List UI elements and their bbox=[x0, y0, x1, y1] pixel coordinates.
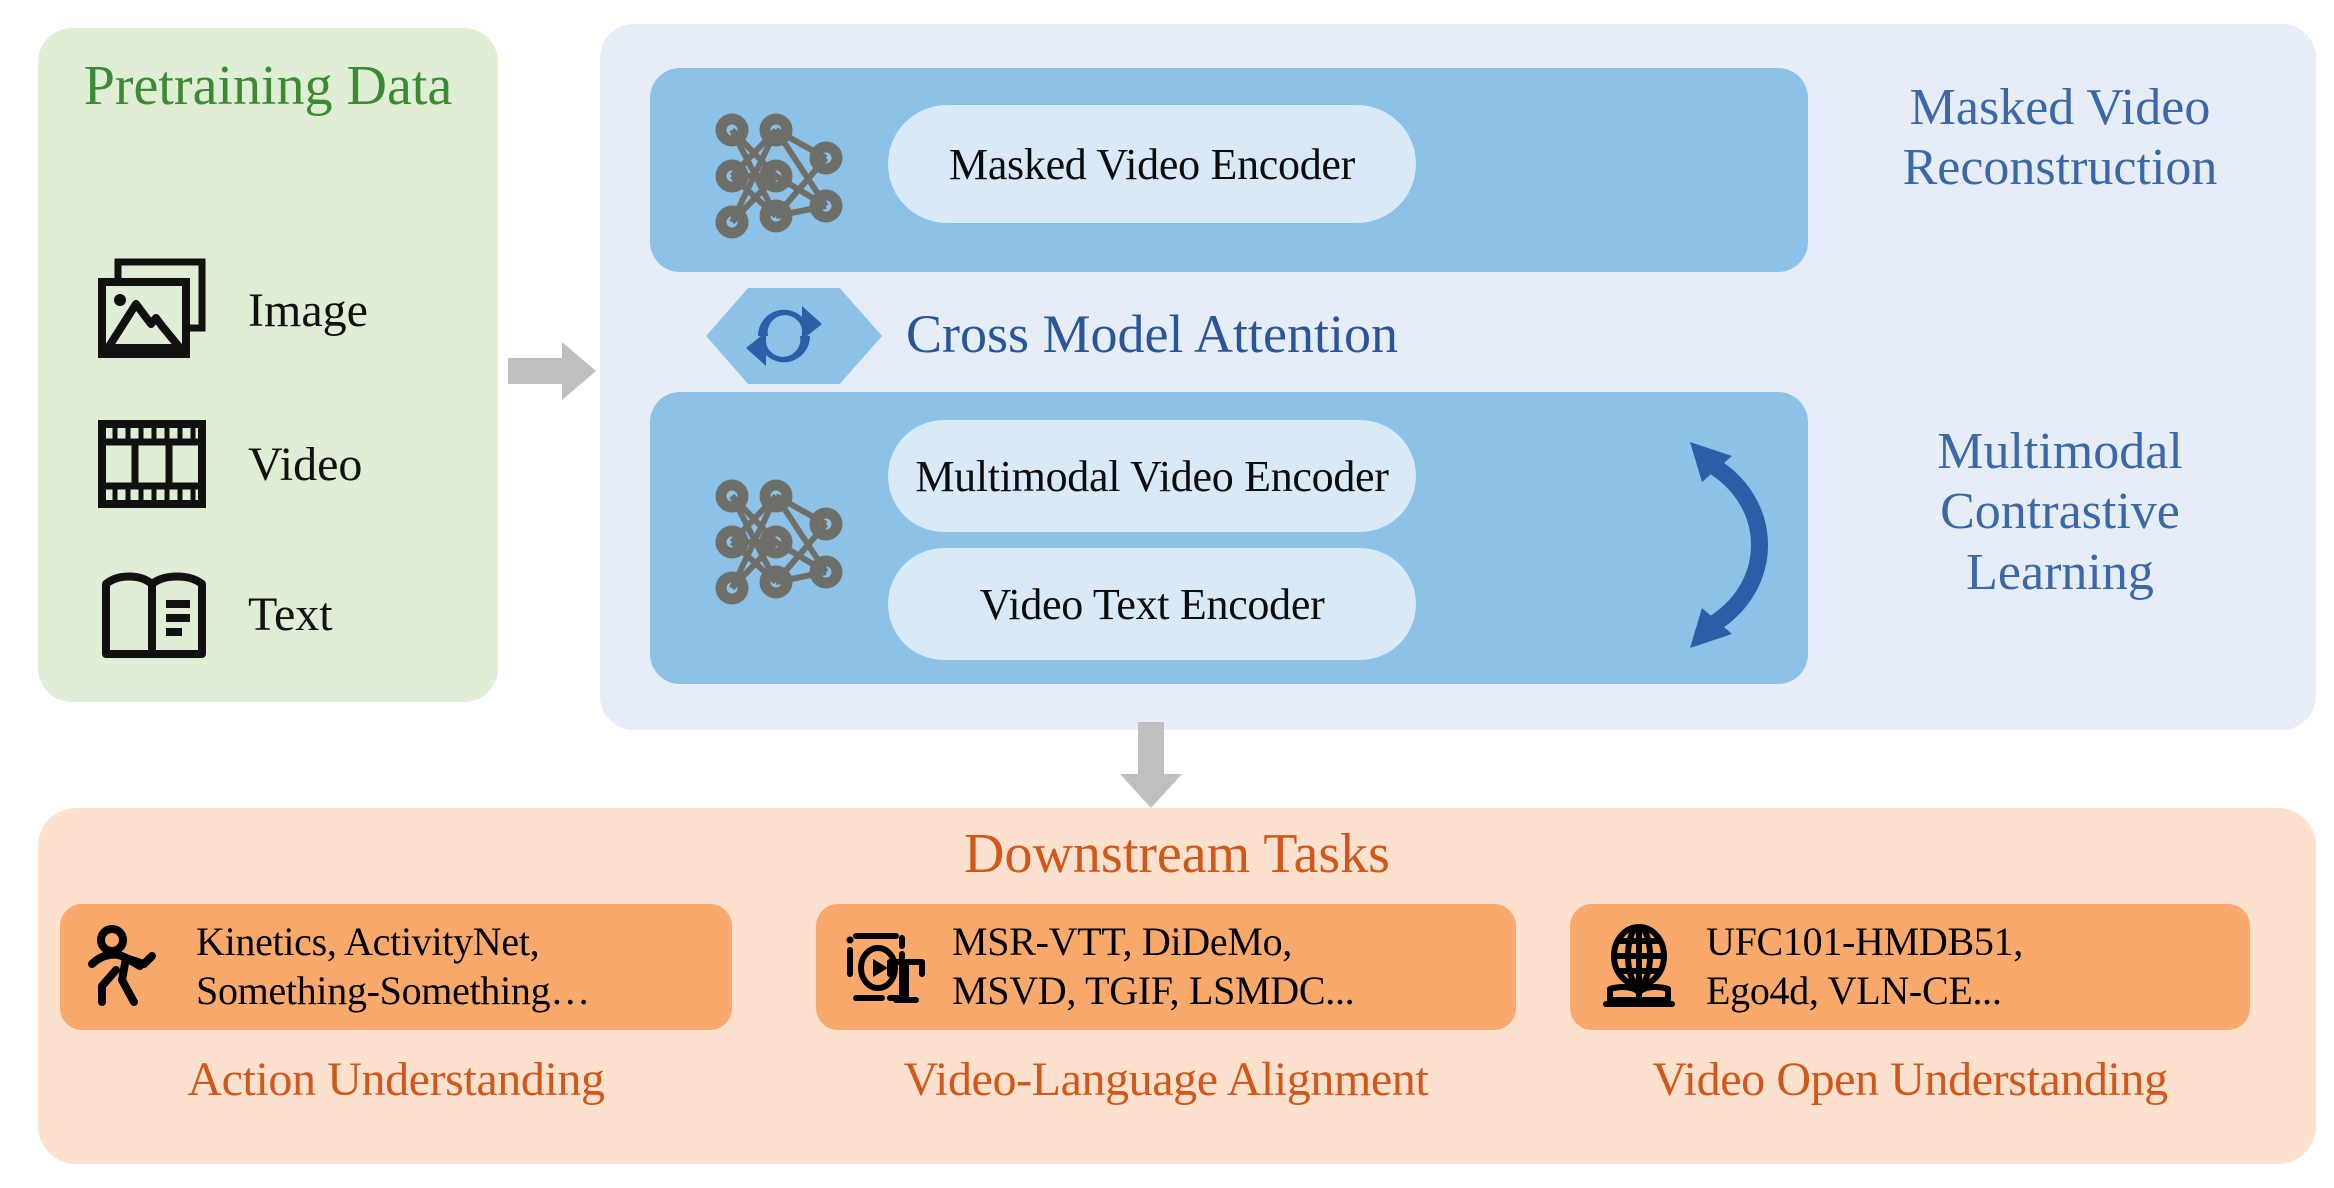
pretraining-item-image: Image bbox=[96, 258, 368, 362]
downstream-tasks-title: Downstream Tasks bbox=[964, 823, 1390, 885]
neural-network-icon bbox=[710, 98, 852, 248]
pretraining-item-label: Text bbox=[248, 587, 333, 641]
neural-network-icon bbox=[710, 464, 852, 614]
cross-model-attention-label: Cross Model Attention bbox=[906, 304, 1399, 364]
pretraining-item-video: Video bbox=[96, 412, 362, 516]
masked-video-reconstruction-title: Masked Video Reconstruction bbox=[1902, 79, 2218, 197]
task-datasets: UFC101-HMDB51, Ego4d, VLN-CE... bbox=[1706, 918, 2023, 1016]
pretraining-item-label: Image bbox=[248, 283, 368, 337]
open-book-icon bbox=[96, 562, 214, 666]
task-datasets-line-2: Something-Something… bbox=[196, 968, 591, 1013]
task-caption: Video-Language Alignment bbox=[903, 1053, 1429, 1106]
image-stack-icon bbox=[96, 258, 214, 362]
task-card[interactable]: MSR-VTT, DiDeMo, MSVD, TGIF, LSMDC... bbox=[816, 904, 1516, 1030]
downstream-task-action-understanding: Kinetics, ActivityNet, Something-Somethi… bbox=[60, 904, 790, 1107]
downstream-tasks-panel: Downstream Tasks Kinetics, ActivityNet, … bbox=[38, 808, 2316, 1164]
masked-video-encoder-pill[interactable]: Masked Video Encoder bbox=[888, 105, 1416, 223]
pretraining-item-text: Text bbox=[96, 562, 333, 666]
video-to-text-icon bbox=[842, 924, 928, 1010]
task-datasets-line-1: UFC101-HMDB51, bbox=[1706, 919, 2023, 965]
pretraining-item-label: Video bbox=[248, 437, 363, 491]
film-strip-icon bbox=[96, 412, 214, 516]
task-datasets-line-2: Ego4d, VLN-CE... bbox=[1706, 968, 2002, 1013]
masked-video-reconstruction-block: Masked Video Encoder bbox=[650, 68, 1808, 272]
task-datasets-line-1: Kinetics, ActivityNet, bbox=[196, 919, 540, 965]
model-architecture-panel: Masked Video Encoder Cross Model Attenti… bbox=[600, 24, 2316, 730]
running-person-icon bbox=[86, 924, 172, 1010]
task-datasets-line-1: MSR-VTT, DiDeMo, bbox=[952, 919, 1293, 965]
task-caption: Video Open Understanding bbox=[1652, 1053, 2168, 1106]
down-arrow-icon bbox=[1120, 722, 1182, 808]
pretraining-data-panel: Pretraining Data Image Video Text bbox=[38, 28, 498, 702]
multimodal-video-encoder-pill[interactable]: Multimodal Video Encoder bbox=[888, 420, 1416, 532]
multimodal-contrastive-learning-title: Multimodal Contrastive Learning bbox=[1937, 423, 2183, 601]
downstream-task-video-open-understanding: UFC101-HMDB51, Ego4d, VLN-CE... Video Op… bbox=[1570, 904, 2300, 1107]
task-card[interactable]: UFC101-HMDB51, Ego4d, VLN-CE... bbox=[1570, 904, 2250, 1030]
multimodal-contrastive-learning-block: Multimodal Video Encoder Video Text Enco… bbox=[650, 392, 1808, 684]
sync-arrows-icon bbox=[742, 294, 826, 378]
video-text-encoder-pill[interactable]: Video Text Encoder bbox=[888, 548, 1416, 660]
task-datasets-line-2: MSVD, TGIF, LSMDC... bbox=[952, 968, 1355, 1013]
downstream-task-video-language-alignment: MSR-VTT, DiDeMo, MSVD, TGIF, LSMDC... Vi… bbox=[816, 904, 1546, 1107]
cross-model-attention-row: Cross Model Attention bbox=[610, 288, 1810, 384]
task-datasets: Kinetics, ActivityNet, Something-Somethi… bbox=[196, 918, 590, 1016]
task-caption: Action Understanding bbox=[187, 1053, 605, 1106]
bidirectional-curved-arrow-icon bbox=[1680, 420, 1810, 670]
task-card[interactable]: Kinetics, ActivityNet, Something-Somethi… bbox=[60, 904, 732, 1030]
task-datasets: MSR-VTT, DiDeMo, MSVD, TGIF, LSMDC... bbox=[952, 918, 1355, 1016]
pretraining-title: Pretraining Data bbox=[83, 55, 453, 117]
globe-book-icon bbox=[1596, 924, 1682, 1010]
right-arrow-icon bbox=[508, 340, 596, 402]
